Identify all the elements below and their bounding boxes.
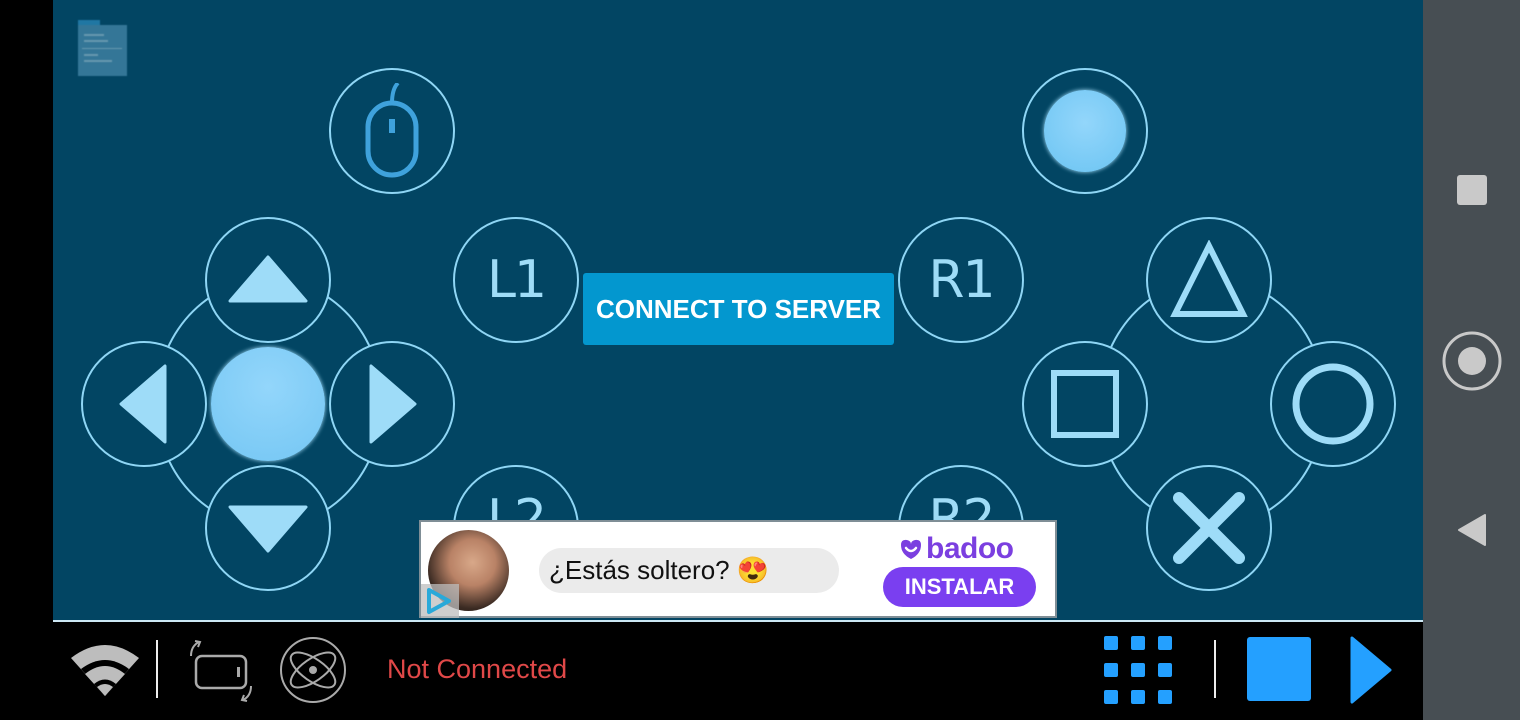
connection-status: Not Connected	[387, 654, 568, 684]
home-icon[interactable]	[1441, 330, 1503, 392]
connect-to-server-button[interactable]: CONNECT TO SERVER	[583, 273, 894, 345]
circle-button[interactable]	[1270, 341, 1396, 467]
bottom-toolbar: Not Connected	[53, 620, 1423, 720]
arrow-down-icon	[228, 505, 308, 553]
recents-icon[interactable]	[1457, 175, 1487, 205]
joystick-icon	[1044, 90, 1126, 172]
dpad-right-button[interactable]	[329, 341, 455, 467]
badoo-heart-icon	[901, 539, 921, 559]
adchoices-icon[interactable]	[421, 584, 459, 618]
square-icon	[1051, 370, 1119, 438]
dpad-center-button[interactable]	[211, 347, 325, 461]
ad-banner[interactable]: ¿Estás soltero? 😍 badoo INSTALAR	[419, 520, 1057, 618]
mouse-button[interactable]	[329, 68, 455, 194]
square-button[interactable]	[1022, 341, 1148, 467]
toolbar-divider	[156, 640, 158, 698]
l1-button[interactable]: L1	[453, 217, 579, 343]
badoo-brand-name: badoo	[926, 532, 1014, 565]
arrow-up-icon	[228, 255, 308, 303]
cross-button[interactable]	[1146, 465, 1272, 591]
keypad-grid-icon[interactable]	[1104, 636, 1174, 704]
l1-label: L1	[486, 250, 547, 310]
back-icon[interactable]	[1457, 513, 1487, 547]
ad-message: ¿Estás soltero? 😍	[539, 548, 839, 593]
r1-label: R1	[928, 250, 995, 310]
left-black-bar	[0, 0, 53, 720]
stop-icon[interactable]	[1247, 637, 1313, 703]
circle-icon	[1292, 363, 1374, 445]
desktop-file-icon	[78, 20, 127, 76]
ad-install-button[interactable]: INSTALAR	[883, 567, 1036, 607]
mouse-icon	[365, 83, 419, 178]
rotate-screen-icon[interactable]	[185, 640, 257, 702]
dpad-left-button[interactable]	[81, 341, 207, 467]
toolbar-divider	[1214, 640, 1216, 698]
triangle-icon	[1170, 240, 1248, 317]
arrow-right-icon	[369, 364, 417, 444]
cross-icon	[1173, 492, 1245, 564]
triangle-button[interactable]	[1146, 217, 1272, 343]
wifi-icon[interactable]	[69, 644, 141, 698]
arrow-left-icon	[119, 364, 167, 444]
system-navigation-bar	[1423, 0, 1520, 720]
joystick-button[interactable]	[1022, 68, 1148, 194]
dpad-up-button[interactable]	[205, 217, 331, 343]
r1-button[interactable]: R1	[898, 217, 1024, 343]
atom-icon[interactable]	[279, 636, 347, 704]
dpad-down-button[interactable]	[205, 465, 331, 591]
play-icon[interactable]	[1350, 636, 1394, 704]
badoo-logo: badoo	[899, 532, 1014, 566]
